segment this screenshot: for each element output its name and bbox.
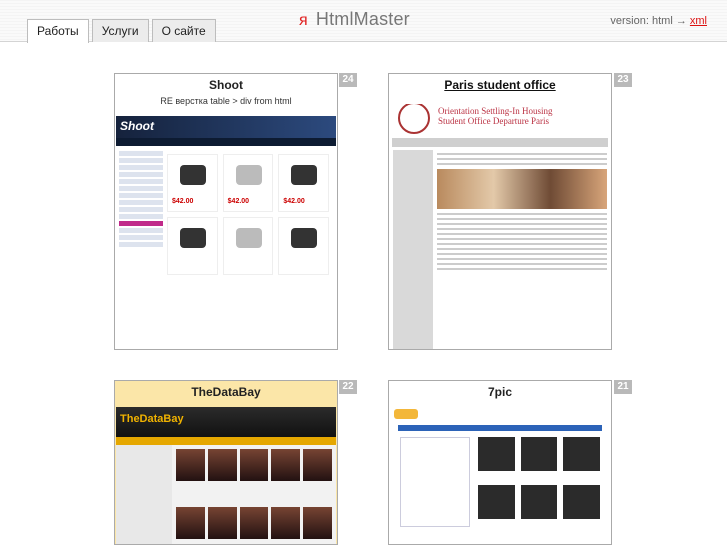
work-title[interactable]: Shoot: [115, 74, 337, 92]
price: $42.00: [172, 198, 194, 205]
xml-link[interactable]: xml: [690, 15, 707, 27]
thumb-paris-line: Orientation Settling-In Housing: [438, 106, 553, 116]
work-number-badge: 23: [614, 73, 632, 87]
work-title[interactable]: TheDataBay: [115, 381, 337, 399]
work-card-7pic[interactable]: 7pic: [388, 380, 612, 545]
work-thumbnail[interactable]: Shoot $42.00 $42.00 $42.00: [116, 116, 336, 349]
work-title[interactable]: Paris student office: [389, 74, 611, 92]
work-subtitle: RE верстка table > div from html: [160, 96, 292, 106]
nav-tabs: Работы Услуги О сайте: [27, 19, 219, 43]
price: $42.00: [227, 198, 250, 205]
work-thumbnail[interactable]: TheDataBay: [116, 407, 336, 544]
seal-icon: [398, 104, 430, 134]
thumb-databay-logo: TheDataBay: [120, 413, 184, 425]
price: $42.00: [283, 198, 305, 205]
work-card-shoot[interactable]: Shoot RE верстка table > div from html S…: [114, 73, 338, 350]
tab-about[interactable]: О сайте: [151, 19, 216, 42]
logo-text: HtmlMaster: [315, 9, 410, 29]
header: Работы Услуги О сайте я HtmlMaster versio…: [0, 0, 727, 43]
version-switch: version: html → xml: [610, 15, 707, 27]
work-card-databay[interactable]: TheDataBay TheDataBay: [114, 380, 338, 545]
work-thumbnail[interactable]: Orientation Settling-In Housing Student …: [390, 104, 610, 349]
work-card-paris[interactable]: Paris student office Orientation Settlin…: [388, 73, 612, 350]
site-logo[interactable]: я HtmlMaster: [299, 9, 410, 30]
version-label: version: html →: [610, 15, 687, 27]
site-logo-icon: [394, 409, 418, 419]
logo-glyph: я: [299, 12, 308, 29]
work-thumbnail[interactable]: [390, 403, 610, 544]
tab-works[interactable]: Работы: [27, 19, 89, 43]
work-number-badge: 24: [339, 73, 357, 87]
thumb-paris-line: Student Office Departure Paris: [438, 116, 550, 126]
tab-services[interactable]: Услуги: [91, 19, 149, 42]
thumb-shoot-logo: Shoot: [120, 119, 154, 133]
work-title[interactable]: 7pic: [389, 381, 611, 399]
work-number-badge: 21: [614, 380, 632, 394]
work-number-badge: 22: [339, 380, 357, 394]
